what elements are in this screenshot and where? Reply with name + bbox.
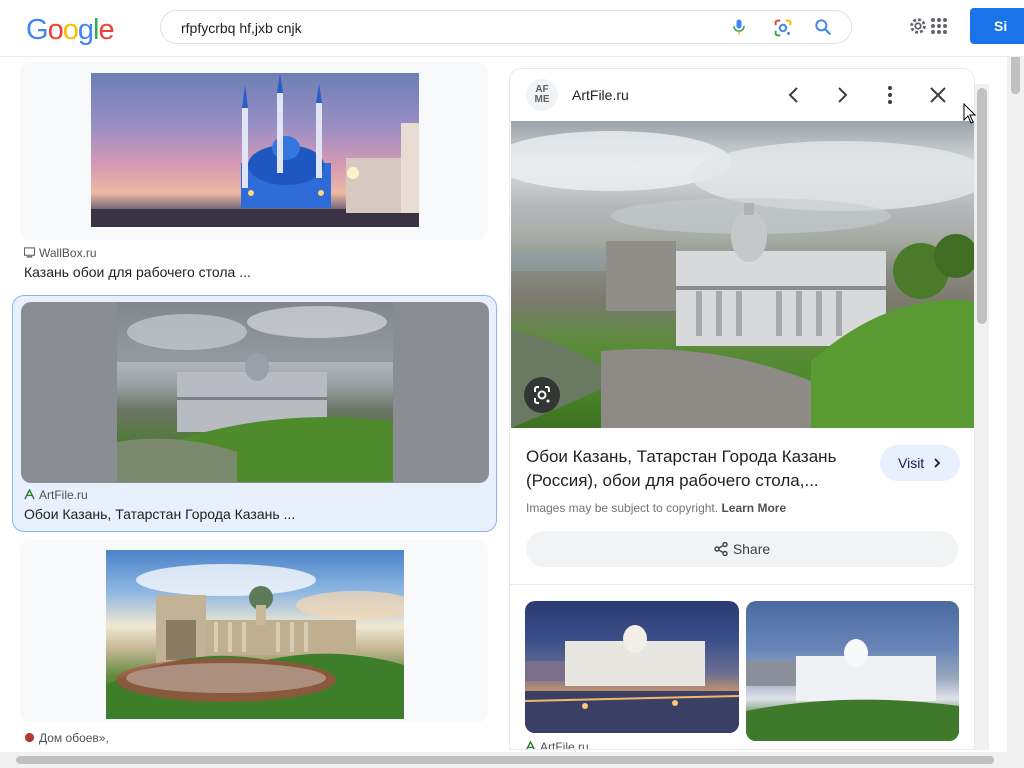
logo-letter: o: [62, 14, 79, 46]
page-horizontal-scrollbar[interactable]: [0, 752, 1007, 768]
search-icon[interactable]: [813, 17, 833, 37]
google-lens-icon: [534, 386, 550, 404]
close-icon[interactable]: [926, 83, 950, 107]
google-lens-icon[interactable]: [772, 17, 794, 39]
lens-search-badge[interactable]: [524, 377, 560, 413]
logo-letter: o: [47, 14, 64, 46]
result-source[interactable]: WallBox.ru: [24, 246, 97, 260]
header: Google rfpfycrbq hf,jxb cnjk Si: [0, 0, 1024, 57]
result-source-label: Дом обоев»,: [39, 731, 109, 745]
preview-image[interactable]: [511, 121, 974, 428]
mouse-cursor-icon: [963, 103, 977, 124]
microphone-icon[interactable]: [729, 17, 749, 37]
favicon-icon: [24, 732, 35, 743]
result-thumbnail[interactable]: [106, 550, 404, 719]
panel-scrollbar[interactable]: [975, 84, 989, 750]
share-icon: [714, 541, 728, 557]
site-logo[interactable]: AF ME: [526, 79, 558, 111]
divider: [510, 584, 974, 585]
result-source-label: WallBox.ru: [39, 246, 97, 260]
copyright-text: Images may be subject to copyright.: [526, 501, 719, 515]
next-arrow-icon[interactable]: [830, 83, 854, 107]
learn-more-link[interactable]: Learn More: [721, 501, 786, 515]
search-input[interactable]: rfpfycrbq hf,jxb cnjk: [181, 20, 302, 36]
google-logo[interactable]: Google: [26, 14, 115, 47]
image-preview-panel: AF ME ArtFile.ru Обои Казань, Татарстан …: [509, 68, 975, 750]
page-horizontal-scrollbar-thumb[interactable]: [16, 756, 994, 764]
related-source-label: ArtFile.ru: [540, 740, 589, 750]
logo-letter: G: [26, 14, 49, 46]
result-title[interactable]: Казань обои для рабочего стола ...: [24, 264, 251, 280]
previous-arrow-icon[interactable]: [782, 83, 806, 107]
visit-button[interactable]: Visit: [880, 445, 960, 481]
result-title[interactable]: Обои Казань, Татарстан Города Казань ...: [24, 506, 295, 522]
page-vertical-scrollbar[interactable]: [1007, 36, 1024, 768]
artfile-favicon-icon: [24, 489, 35, 500]
copyright-notice: Images may be subject to copyright. Lear…: [526, 501, 786, 515]
more-options-icon[interactable]: [878, 83, 902, 107]
favicon-icon: [24, 247, 35, 258]
sign-in-button[interactable]: Si: [970, 8, 1024, 44]
result-source-label: ArtFile.ru: [39, 488, 88, 502]
result-thumbnail[interactable]: [117, 302, 393, 482]
share-button[interactable]: Share: [526, 531, 958, 567]
visit-label: Visit: [898, 455, 925, 471]
artfile-favicon-icon: [526, 740, 535, 749]
share-label: Share: [732, 541, 771, 557]
site-name[interactable]: ArtFile.ru: [572, 87, 629, 103]
logo-letter: e: [98, 14, 114, 46]
result-source[interactable]: Дом обоев»,: [24, 731, 109, 745]
panel-scrollbar-thumb[interactable]: [977, 88, 987, 324]
related-image[interactable]: [746, 601, 959, 741]
preview-title[interactable]: Обои Казань, Татарстан Города Казань (Ро…: [526, 445, 866, 493]
gear-icon[interactable]: [907, 15, 929, 37]
chevron-right-icon: [934, 458, 941, 468]
result-source[interactable]: ArtFile.ru: [24, 488, 88, 502]
related-image[interactable]: [525, 601, 739, 733]
related-source[interactable]: ArtFile.ru: [525, 740, 589, 750]
search-box[interactable]: rfpfycrbq hf,jxb cnjk: [160, 10, 852, 44]
apps-grid-icon[interactable]: [930, 17, 948, 35]
logo-letter: g: [77, 14, 94, 46]
result-thumbnail[interactable]: [91, 73, 419, 227]
